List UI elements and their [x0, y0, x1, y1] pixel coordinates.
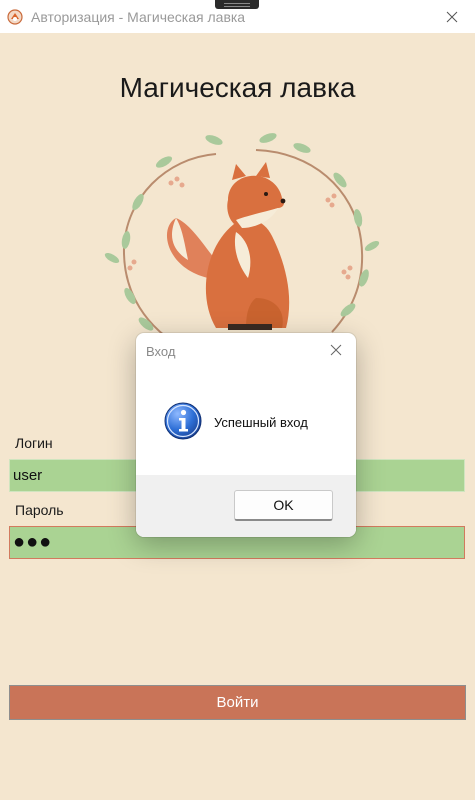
dialog-message: Успешный вход: [214, 415, 308, 430]
message-dialog: Вход Успешный вход OK: [136, 333, 356, 537]
login-label: Логин: [15, 435, 53, 451]
login-button[interactable]: Войти: [9, 685, 466, 720]
password-label: Пароль: [15, 502, 64, 518]
window-close-button[interactable]: [429, 0, 475, 33]
dialog-close-button[interactable]: [316, 333, 356, 367]
dialog-title: Вход: [146, 344, 176, 359]
window-titlebar: Авторизация - Магическая лавка: [0, 0, 475, 33]
ok-button[interactable]: OK: [234, 490, 333, 521]
close-icon: [330, 344, 342, 356]
close-icon: [446, 11, 458, 22]
shop-logo-icon: [7, 9, 23, 25]
info-icon: [164, 402, 202, 440]
snap-handle[interactable]: [215, 0, 259, 9]
fox-wreath-illustration: [104, 133, 380, 351]
window-title: Авторизация - Магическая лавка: [31, 9, 246, 25]
page-title: Магическая лавка: [119, 72, 356, 103]
